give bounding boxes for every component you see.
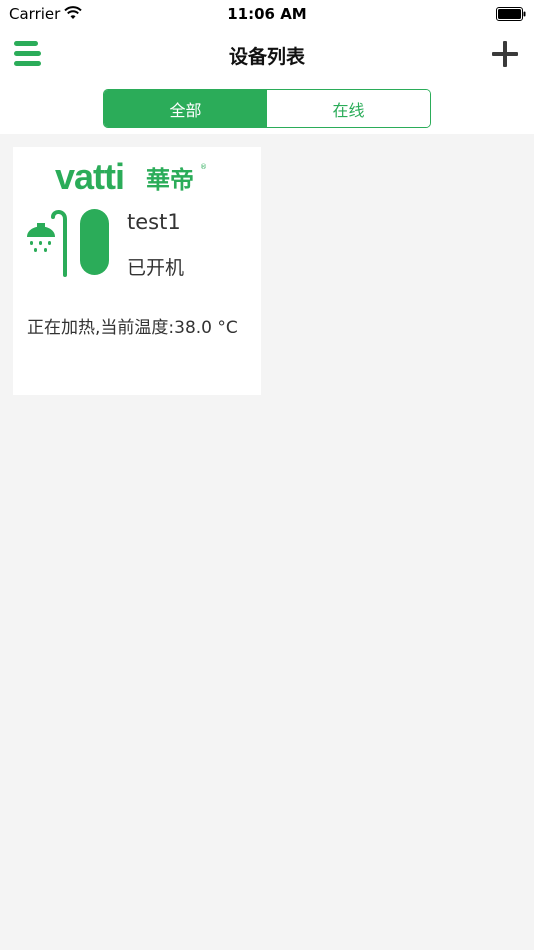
water-heater-icon — [27, 209, 109, 277]
status-bar: Carrier 11:06 AM — [0, 0, 534, 28]
device-card[interactable]: vatti 華帝 ® test1 已开机 正在加热,当前温度:38.0 °C — [13, 147, 261, 395]
battery-icon — [496, 7, 526, 21]
add-device-button[interactable] — [492, 41, 518, 67]
device-name: test1 — [127, 210, 181, 234]
page-title: 设备列表 — [228, 46, 305, 68]
header-area: Carrier 11:06 AM 设备列表 全部 在线 — [0, 0, 534, 134]
status-time: 11:06 AM — [227, 5, 307, 23]
tab-all[interactable]: 全部 — [104, 90, 267, 127]
svg-text:vatti: vatti — [55, 156, 124, 195]
device-power-state: 已开机 — [127, 257, 185, 279]
vatti-brand-logo: vatti 華帝 ® — [55, 156, 207, 195]
navigation-bar: 设备列表 — [0, 28, 534, 82]
tab-online[interactable]: 在线 — [267, 90, 430, 127]
svg-text:®: ® — [200, 163, 207, 171]
filter-segmented-control: 全部 在线 — [103, 89, 431, 128]
device-status-text: 正在加热,当前温度:38.0 °C — [27, 318, 238, 338]
svg-text:華帝: 華帝 — [146, 166, 194, 194]
